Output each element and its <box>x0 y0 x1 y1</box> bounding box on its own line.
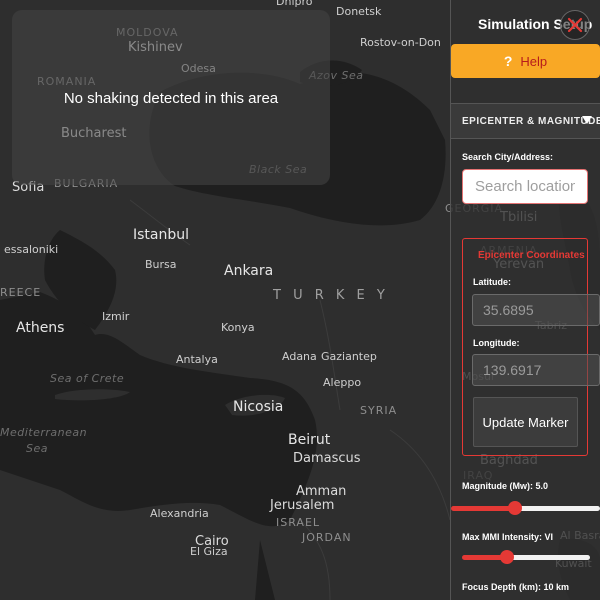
help-button[interactable]: ? Help <box>451 44 600 78</box>
map-label-nicosia: Nicosia <box>233 399 284 415</box>
toast-message: No shaking detected in this area <box>63 90 279 107</box>
magnitude-slider[interactable] <box>451 500 600 516</box>
app-root: DniproDonetskMOLDOVAKishinevRostov-on-Do… <box>0 0 600 600</box>
map-label-jerusalem: Jerusalem <box>270 498 335 513</box>
map-label-bursa: Bursa <box>145 258 177 271</box>
mmi-slider[interactable] <box>462 549 590 565</box>
map-label-thessaloniki: essaloniki <box>4 243 59 256</box>
update-marker-button[interactable]: Update Marker <box>473 397 578 447</box>
magnitude-slider-thumb[interactable] <box>508 501 522 515</box>
map-label-turkey: T U R K E Y <box>273 288 389 303</box>
map-label-dnipro: Dnipro <box>276 0 313 8</box>
map-label-israel: ISRAEL <box>276 516 321 529</box>
section-title: EPICENTER & MAGNITUDE <box>462 116 600 127</box>
map-label-istanbul: Istanbul <box>133 227 190 243</box>
caret-down-icon <box>582 116 592 124</box>
coordinates-title: Epicenter Coordinates <box>478 250 585 261</box>
map-label-donetsk: Donetsk <box>336 5 382 18</box>
map-label-izmir: Izmir <box>102 310 130 323</box>
magnitude-label: Magnitude (Mw): 5.0 <box>462 481 548 491</box>
map-label-gaziantep: Gaziantep <box>321 350 377 363</box>
map-label-rostov: Rostov-on-Don <box>360 36 441 49</box>
map-label-alexandria: Alexandria <box>150 507 209 520</box>
map-label-konya: Konya <box>221 321 255 334</box>
map-label-greece: REECE <box>0 286 42 299</box>
question-mark-icon: ? <box>503 53 513 69</box>
map-label-ankara: Ankara <box>224 263 274 279</box>
map-label-sea: Sea <box>26 442 48 455</box>
magnitude-slider-fill <box>451 506 515 511</box>
latitude-label: Latitude: <box>473 277 511 287</box>
map-label-elgiza: El Giza <box>190 545 228 558</box>
map-label-mediterranean: Mediterranean <box>0 426 88 439</box>
longitude-label: Longitude: <box>473 338 520 348</box>
longitude-input[interactable] <box>472 354 600 386</box>
close-x-icon <box>567 17 583 33</box>
map-label-athens: Athens <box>16 320 65 336</box>
mmi-slider-track <box>507 555 590 560</box>
map-label-damascus: Damascus <box>293 451 361 466</box>
map-label-antalya: Antalya <box>176 353 218 366</box>
latitude-input[interactable] <box>472 294 600 326</box>
depth-label: Focus Depth (km): 10 km <box>462 582 570 592</box>
search-location-input[interactable] <box>462 169 588 204</box>
map-label-amman: Amman <box>296 484 347 499</box>
close-button[interactable] <box>560 10 590 40</box>
map-label-jordan: JORDAN <box>302 531 352 544</box>
map-label-seaofcrete: Sea of Crete <box>50 372 125 385</box>
map-label-aleppo: Aleppo <box>323 376 362 389</box>
epicenter-section-header[interactable]: EPICENTER & MAGNITUDE <box>451 103 600 139</box>
map-label-adana: Adana <box>282 350 317 363</box>
help-label: Help <box>520 53 548 69</box>
mmi-label: Max MMI Intensity: VI <box>462 532 554 542</box>
mmi-slider-thumb[interactable] <box>500 550 514 564</box>
search-label: Search City/Address: <box>462 152 554 162</box>
map-label-syria: SYRIA <box>360 404 398 417</box>
map-label-beirut: Beirut <box>288 432 331 448</box>
magnitude-slider-track <box>515 506 600 511</box>
no-shaking-toast: No shaking detected in this area <box>12 10 330 185</box>
